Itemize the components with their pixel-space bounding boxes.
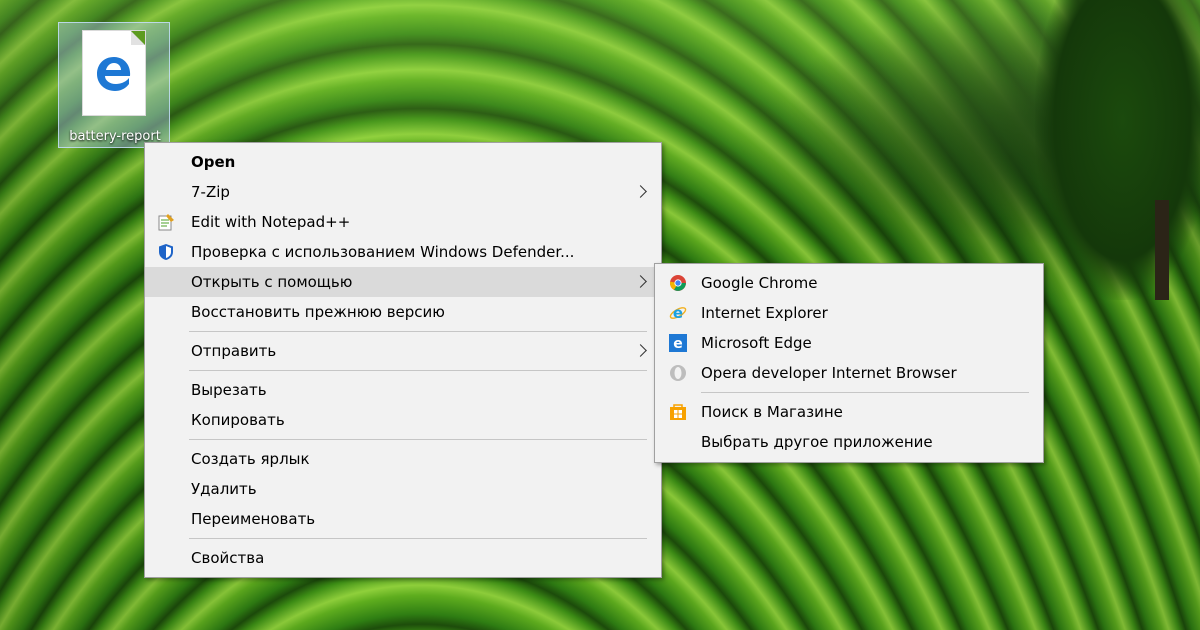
menu-separator <box>189 331 647 332</box>
submenu-item-choose-another-app[interactable]: Выбрать другое приложение <box>655 427 1043 457</box>
svg-text:e: e <box>673 304 683 322</box>
menu-item-notepadpp[interactable]: Edit with Notepad++ <box>145 207 661 237</box>
menu-item-send-to[interactable]: Отправить <box>145 336 661 366</box>
submenu-item-label: Поиск в Магазине <box>701 403 843 421</box>
menu-item-label: Открыть с помощью <box>191 273 353 291</box>
menu-item-label: Копировать <box>191 411 285 429</box>
internet-explorer-icon: e <box>669 304 687 322</box>
menu-item-label: Восстановить прежнюю версию <box>191 303 445 321</box>
menu-item-label: Переименовать <box>191 510 316 528</box>
chevron-right-icon <box>634 275 647 288</box>
chevron-right-icon <box>634 185 647 198</box>
wallpaper-tree <box>1035 0 1200 300</box>
menu-item-label: 7-Zip <box>191 183 230 201</box>
submenu-item-label: Microsoft Edge <box>701 334 812 352</box>
menu-item-label: Open <box>191 153 236 171</box>
svg-text:e: e <box>673 336 683 352</box>
store-icon <box>670 404 686 420</box>
menu-item-create-shortcut[interactable]: Создать ярлык <box>145 444 661 474</box>
chevron-right-icon <box>634 344 647 357</box>
menu-item-label: Проверка с использованием Windows Defend… <box>191 243 575 261</box>
submenu-item-internet-explorer[interactable]: e Internet Explorer <box>655 298 1043 328</box>
menu-item-open[interactable]: Open <box>145 147 661 177</box>
opera-icon <box>670 365 686 381</box>
menu-separator <box>189 538 647 539</box>
submenu-item-opera-developer[interactable]: Opera developer Internet Browser <box>655 358 1043 388</box>
submenu-item-label: Выбрать другое приложение <box>701 433 933 451</box>
menu-item-cut[interactable]: Вырезать <box>145 375 661 405</box>
shield-icon <box>159 244 173 260</box>
context-menu: Open 7-Zip Edit with Notepad++ Проверка … <box>144 142 662 578</box>
menu-item-label: Edit with Notepad++ <box>191 213 351 231</box>
submenu-item-label: Opera developer Internet Browser <box>701 364 957 382</box>
submenu-item-label: Internet Explorer <box>701 304 828 322</box>
menu-item-label: Удалить <box>191 480 257 498</box>
edge-icon: e <box>669 334 687 352</box>
menu-item-label: Создать ярлык <box>191 450 310 468</box>
menu-item-label: Вырезать <box>191 381 267 399</box>
menu-item-label: Свойства <box>191 549 265 567</box>
menu-separator <box>189 370 647 371</box>
open-with-submenu: Google Chrome e Internet Explorer e Micr… <box>654 263 1044 463</box>
menu-item-properties[interactable]: Свойства <box>145 543 661 573</box>
menu-item-rename[interactable]: Переименовать <box>145 504 661 534</box>
menu-item-7zip[interactable]: 7-Zip <box>145 177 661 207</box>
edge-logo-icon <box>97 57 131 91</box>
submenu-item-search-store[interactable]: Поиск в Магазине <box>655 397 1043 427</box>
menu-separator <box>189 439 647 440</box>
chrome-icon <box>669 275 686 291</box>
menu-item-windows-defender[interactable]: Проверка с использованием Windows Defend… <box>145 237 661 267</box>
menu-item-restore-previous-version[interactable]: Восстановить прежнюю версию <box>145 297 661 327</box>
desktop-file-icon[interactable]: battery-report <box>58 22 170 148</box>
menu-item-copy[interactable]: Копировать <box>145 405 661 435</box>
submenu-item-microsoft-edge[interactable]: e Microsoft Edge <box>655 328 1043 358</box>
submenu-separator <box>701 392 1029 393</box>
wallpaper-tree-trunk <box>1155 200 1169 300</box>
menu-item-open-with[interactable]: Открыть с помощью <box>145 267 661 297</box>
notepadpp-icon <box>158 214 174 231</box>
html-file-icon <box>83 31 145 115</box>
submenu-item-label: Google Chrome <box>701 274 818 292</box>
submenu-item-google-chrome[interactable]: Google Chrome <box>655 268 1043 298</box>
menu-item-label: Отправить <box>191 342 277 360</box>
menu-item-delete[interactable]: Удалить <box>145 474 661 504</box>
